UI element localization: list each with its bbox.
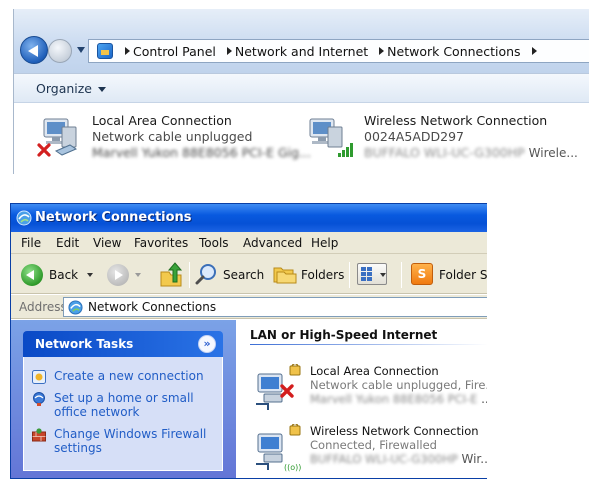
forward-button[interactable] [48,39,72,63]
folder-sync-button-label[interactable]: Folder Sy [439,268,487,282]
connection-adapter-tail: ... [481,392,487,406]
connection-status: Connected, Firewalled [310,438,437,452]
back-button[interactable] [20,36,48,64]
standard-toolbar: Back Search Folders S Folder S [11,254,487,294]
search-button-label[interactable]: Search [223,268,264,282]
title-bar[interactable]: Network Connections [11,204,487,232]
organize-button[interactable]: Organize [36,81,106,96]
chevron-right-icon[interactable] [226,47,232,55]
back-history-dropdown[interactable] [87,273,93,277]
window-title: Network Connections [35,210,192,225]
connections-pane: LAN or High-Speed Internet Local Area Co… [236,320,487,478]
menu-bar: File Edit View Favorites Tools Advanced … [11,232,487,254]
win7-command-bar: Organize [14,73,589,103]
chevron-right-icon[interactable] [125,47,130,55]
forward-history-dropdown[interactable] [135,273,141,277]
group-header: LAN or High-Speed Internet [250,328,438,342]
xp-wireless-network-connection[interactable]: ((o)) Wireless Network Connection Connec… [254,424,487,472]
breadcrumb-network-connections[interactable]: Network Connections [387,44,520,59]
win7-connection-list: Local Area Connection Network cable unpl… [14,103,589,174]
connection-adapter-tail: Wirele... [528,146,578,160]
firewall-icon [32,428,46,442]
collapse-chevron-icon[interactable]: » [198,335,216,353]
address-input[interactable]: Network Connections [63,297,487,317]
xp-network-connections-window: Network Connections File Edit View Favor… [10,203,487,479]
network-tasks-header[interactable]: Network Tasks » [23,331,223,357]
toolbar-separator [189,262,190,288]
toolbar-separator [349,262,350,288]
menu-help[interactable]: Help [311,236,338,250]
menu-file[interactable]: File [21,236,41,250]
connection-adapter: BUFFALO WLI-UC-G300HP [364,145,525,160]
menu-edit[interactable]: Edit [56,236,79,250]
address-value: Network Connections [88,300,217,314]
task-pane: Network Tasks » Create a new connection [11,320,236,478]
svg-text:((o)): ((o)) [284,463,301,472]
wireless-connected-firewall-icon: ((o)) [256,424,301,472]
folders-button-label[interactable]: Folders [301,268,344,282]
views-grid-icon [361,267,372,281]
address-bar: Address Network Connections [11,295,487,319]
toolbar-separator [401,262,402,288]
chevron-right-icon[interactable] [531,47,537,55]
organize-label: Organize [36,81,92,96]
menu-favorites[interactable]: Favorites [134,236,188,250]
task-label: Set up a home or small office network [54,391,194,419]
connection-name: Local Area Connection [310,364,439,378]
network-connections-icon [16,210,32,226]
wireless-network-signal-icon [309,118,353,157]
connection-status: Network cable unplugged [92,129,253,144]
forward-arrow-icon[interactable] [107,264,129,286]
network-tasks-title: Network Tasks [35,337,134,351]
back-arrow-icon[interactable] [21,264,43,286]
chevron-down-icon [98,87,106,92]
task-label: Change Windows Firewall settings [54,427,207,455]
group-divider [250,344,487,345]
menu-advanced[interactable]: Advanced [243,236,302,250]
network-tasks-body: Create a new connection Set up a home or… [23,357,223,471]
network-tasks-panel: Network Tasks » Create a new connection [23,331,223,471]
win7-network-connections-panel: Control Panel Network and Internet Netwo… [13,9,589,174]
connection-adapter: BUFFALO WLI-UC-G300HP [310,452,458,466]
connection-name: Local Area Connection [92,113,232,128]
win7-navigation-bar: Control Panel Network and Internet Netwo… [14,9,589,73]
menu-tools[interactable]: Tools [199,236,229,250]
breadcrumb-network-and-internet[interactable]: Network and Internet [235,44,368,59]
connection-status: Network cable unplugged, Fire... [310,378,487,392]
control-panel-icon [97,43,113,59]
connection-name: Wireless Network Connection [364,113,548,128]
folders-icon[interactable] [273,264,297,284]
up-folder-icon[interactable] [159,262,183,288]
connection-name: Wireless Network Connection [310,424,479,438]
views-button[interactable] [357,263,387,285]
network-connections-icon [68,300,83,315]
connection-adapter-tail: Wir... [461,452,488,466]
views-dropdown-caret [380,273,386,277]
folder-sync-icon[interactable]: S [411,263,433,285]
recent-pages-dropdown[interactable] [77,47,85,53]
new-connection-icon [32,370,46,384]
task-label: Create a new connection [54,369,204,383]
connection-adapter: Marvell Yukon 88E8056 PCI-E Gig... [92,145,311,160]
xp-local-area-connection[interactable]: Local Area Connection Network cable unpl… [254,364,487,412]
home-network-icon [33,392,45,406]
search-icon[interactable] [195,263,217,285]
back-button-label[interactable]: Back [49,268,78,282]
breadcrumb-control-panel[interactable]: Control Panel [133,44,216,59]
connection-status: 0024A5ADD297 [364,129,464,144]
chevron-right-icon[interactable] [379,47,385,55]
address-label: Address [19,300,67,314]
menu-view[interactable]: View [93,236,121,250]
lan-disconnected-firewall-icon [256,364,301,410]
wired-network-disconnected-icon [37,118,78,157]
connection-adapter: Marvell Yukon 88E8056 PCI-E [310,392,478,406]
breadcrumb[interactable]: Control Panel Network and Internet Netwo… [88,39,589,63]
